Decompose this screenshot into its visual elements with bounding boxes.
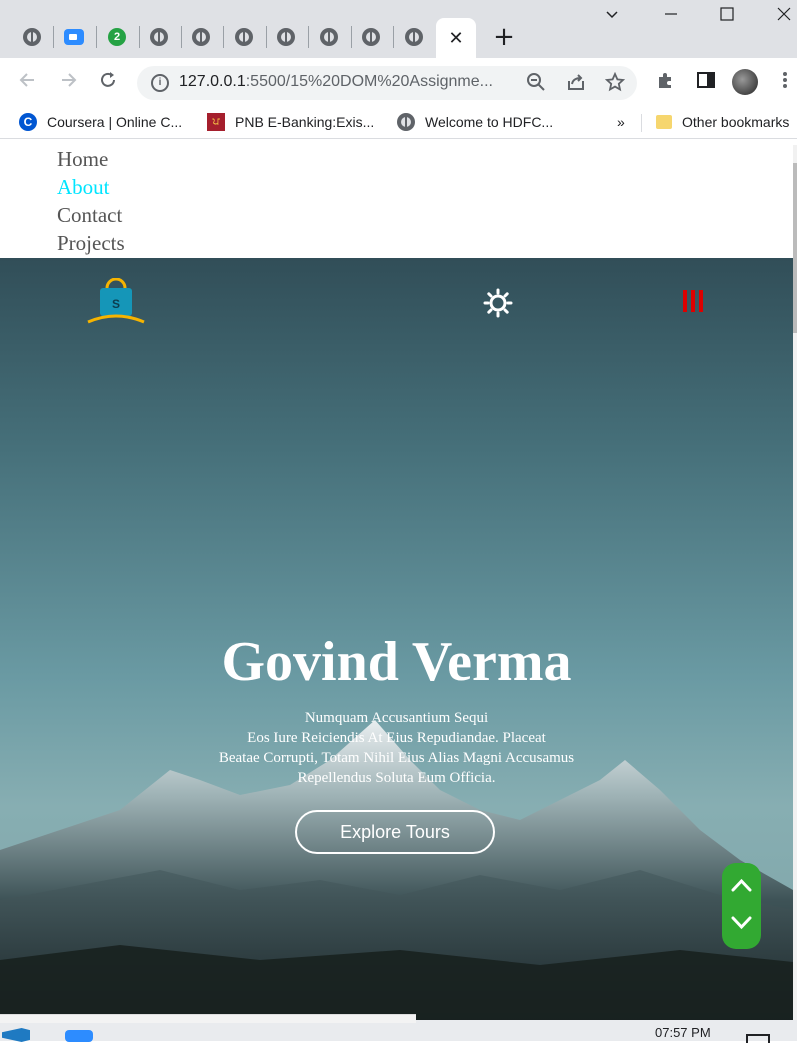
nav-link-home[interactable]: Home <box>57 147 108 172</box>
close-icon[interactable]: ✕ <box>448 28 463 49</box>
globe-icon <box>405 28 423 46</box>
side-panel-icon[interactable] <box>694 70 718 94</box>
tab[interactable] <box>394 17 434 57</box>
nav-link-about[interactable]: About <box>57 175 110 200</box>
site-info-icon[interactable]: i <box>151 74 169 92</box>
notification-icon[interactable] <box>746 1034 770 1043</box>
zoom-app-icon[interactable] <box>65 1030 93 1042</box>
tab[interactable] <box>54 17 94 57</box>
maximize-icon[interactable] <box>719 6 735 26</box>
other-bookmarks-folder[interactable]: Other bookmarks <box>656 110 789 134</box>
browser-toolbar: i 127.0.0.1:5500/15%20DOM%20Assignme... <box>0 58 797 106</box>
whatsapp-badge-icon: 2 <box>108 28 126 46</box>
new-tab-button[interactable]: + <box>492 24 516 50</box>
nav-menu: Home About Contact Projects <box>0 145 793 258</box>
url-text[interactable]: 127.0.0.1:5500/15%20DOM%20Assignme... <box>179 73 493 91</box>
minimize-icon[interactable] <box>663 6 679 26</box>
tab-search-chevron-icon[interactable] <box>604 6 620 26</box>
url-host: 127.0.0.1 <box>179 73 246 90</box>
scroll-down-icon[interactable] <box>730 915 753 931</box>
other-bookmarks-label: Other bookmarks <box>682 114 790 130</box>
bookmarks-bar: C Coursera | Online C... ਪ PNB E-Banking… <box>0 106 797 139</box>
tab[interactable] <box>266 17 306 57</box>
system-clock[interactable]: 07:57 PM <box>655 1025 711 1040</box>
tab[interactable] <box>224 17 264 57</box>
svg-text:S: S <box>112 297 120 311</box>
profile-avatar[interactable] <box>732 69 758 95</box>
bookmark-star-icon[interactable] <box>604 71 626 94</box>
reload-icon[interactable] <box>96 70 120 94</box>
pnb-icon: ਪ <box>207 113 225 131</box>
taskbar-popup-edge <box>0 1014 416 1023</box>
hero-text-line: Eos Iure Reiciendis At Eius Repudiandae.… <box>247 730 546 746</box>
os-taskbar: 07:57 PM <box>0 1020 797 1043</box>
globe-icon <box>277 28 295 46</box>
close-window-icon[interactable] <box>776 6 792 26</box>
url-path: :5500/15%20DOM%20Assignme... <box>245 73 493 90</box>
sun-icon[interactable] <box>483 288 513 318</box>
tab[interactable] <box>181 17 221 57</box>
more-menu-icon[interactable] <box>773 70 797 94</box>
nav-link-contact[interactable]: Contact <box>57 203 122 228</box>
scrollbar-thumb[interactable] <box>793 163 797 333</box>
tab-active[interactable]: ✕ <box>436 18 476 58</box>
tab[interactable] <box>351 17 391 57</box>
globe-icon <box>362 28 380 46</box>
tab[interactable] <box>139 17 179 57</box>
globe-icon <box>397 113 415 131</box>
hero-text-line: Repellendus Soluta Eum Officia. <box>297 770 496 786</box>
back-arrow-icon[interactable] <box>16 70 40 94</box>
hero-title: Govind Verma <box>221 631 572 693</box>
bookmark-label: Welcome to HDFC... <box>425 114 554 130</box>
tab[interactable] <box>12 17 52 57</box>
globe-icon <box>320 28 338 46</box>
bookmarks-overflow-button[interactable]: » <box>617 110 625 134</box>
extensions-puzzle-icon[interactable] <box>654 70 678 94</box>
divider <box>641 114 642 132</box>
zoom-icon <box>64 29 84 45</box>
address-bar[interactable]: i 127.0.0.1:5500/15%20DOM%20Assignme... <box>137 66 637 100</box>
tab[interactable]: 2 <box>97 17 137 57</box>
bookmark-hdfc[interactable]: Welcome to HDFC... <box>397 110 553 134</box>
scroll-control <box>722 863 761 949</box>
hamburger-menu-icon[interactable] <box>683 290 707 314</box>
hero-text-line: Numquam Accusantium Sequi <box>304 710 489 726</box>
page-scrollbar[interactable] <box>793 145 797 1020</box>
hero-section: S Govind Verma Numquam Accusantium Sequi… <box>0 258 793 1020</box>
coursera-icon: C <box>19 113 37 131</box>
folder-icon <box>656 115 672 129</box>
zoom-lens-icon[interactable] <box>525 72 547 94</box>
web-page: Home About Contact Projects S Govind Ver… <box>0 145 797 1020</box>
globe-icon <box>192 28 210 46</box>
tab-strip: 2 ✕ + <box>0 0 797 58</box>
chevron-double-right-icon: » <box>617 114 625 130</box>
hero-text-line: Beatae Corrupti, Totam Nihil Eius Alias … <box>218 750 575 766</box>
bookmark-pnb[interactable]: ਪ PNB E-Banking:Exis... <box>207 110 374 134</box>
explore-tours-button[interactable]: Explore Tours <box>295 810 495 854</box>
hero-description: Numquam Accusantium Sequi Eos Iure Reici… <box>0 708 793 788</box>
bookmark-label: Coursera | Online C... <box>47 114 183 130</box>
share-icon[interactable] <box>565 72 587 94</box>
forward-arrow-icon[interactable] <box>56 70 80 94</box>
bookmark-coursera[interactable]: C Coursera | Online C... <box>19 110 182 134</box>
vscode-icon[interactable] <box>2 1028 30 1042</box>
bookmark-label: PNB E-Banking:Exis... <box>235 114 375 130</box>
nav-link-projects[interactable]: Projects <box>57 231 125 256</box>
shopping-bag-logo-icon[interactable]: S <box>87 278 145 328</box>
globe-icon <box>150 28 168 46</box>
tab[interactable] <box>309 17 349 57</box>
globe-icon <box>235 28 253 46</box>
scroll-up-icon[interactable] <box>730 877 753 893</box>
globe-icon <box>23 28 41 46</box>
